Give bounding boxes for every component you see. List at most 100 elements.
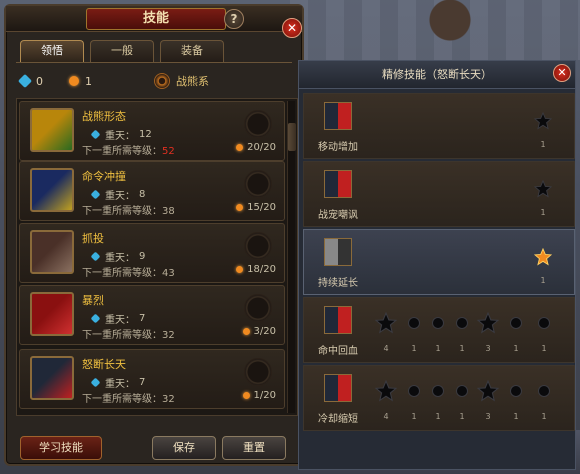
skill-name: 战熊形态 <box>82 110 126 123</box>
refine-chain-star-icon[interactable] <box>374 311 398 334</box>
progress-gem-icon <box>236 144 244 151</box>
refine-chain-node[interactable] <box>456 317 468 329</box>
refine-skill-name: 持续延长 <box>318 278 358 289</box>
skill-list[interactable]: 战熊形态 重天： 12 下一重所需等级：52 20/20 命令冲撞 重天： 8 下一… <box>16 98 298 416</box>
refine-chain-node[interactable] <box>510 317 522 329</box>
skill-item[interactable]: 抓投 重天： 9 下一重所需等级：43 18/20 <box>19 223 285 283</box>
skill-req-value: 38 <box>162 206 175 217</box>
refine-row[interactable]: 移动增加 1 <box>303 93 575 159</box>
refine-row[interactable]: 持续延长 1 <box>303 229 575 295</box>
refine-chain-node[interactable] <box>538 317 550 329</box>
refine-skill-name: 移动增加 <box>318 142 358 153</box>
skill-req-label: 下一重所需等级： <box>82 206 162 217</box>
refine-skill-icon <box>324 238 352 266</box>
skill-heavens-value: 8 <box>139 189 146 200</box>
refine-star-icon[interactable] <box>533 111 553 130</box>
skill-name: 怒断长天 <box>82 358 126 371</box>
refine-chain-node[interactable] <box>408 385 420 397</box>
heavens-gem-icon <box>90 189 101 200</box>
reset-button[interactable]: 重置 <box>222 436 286 460</box>
refine-close-button[interactable]: ✕ <box>553 64 571 82</box>
refine-skill-name: 冷却缩短 <box>318 414 358 425</box>
help-button[interactable]: ? <box>224 9 244 29</box>
progress-gem-icon <box>242 392 250 399</box>
background-character <box>420 0 480 50</box>
scrollbar-thumb[interactable] <box>288 123 296 151</box>
refine-chain-level: 1 <box>435 412 441 421</box>
blue-point-counter: 0 <box>17 73 43 89</box>
refine-chain-star-icon[interactable] <box>476 311 500 334</box>
refine-chain-node[interactable] <box>432 317 444 329</box>
refine-chain-node[interactable] <box>432 385 444 397</box>
skill-req-label: 下一重所需等级： <box>82 146 162 157</box>
point-counters: 0 1 战熊系 <box>17 70 288 92</box>
tab-comprehend[interactable]: 领悟 <box>20 40 84 62</box>
skill-slot[interactable] <box>244 232 272 260</box>
refine-chain-node[interactable] <box>538 385 550 397</box>
refine-chain-level: 1 <box>459 344 465 353</box>
save-button[interactable]: 保存 <box>152 436 216 460</box>
tab-divider <box>16 62 292 63</box>
refine-chain-level: 1 <box>513 344 519 353</box>
skill-progress: 18/20 <box>236 264 276 275</box>
refine-skill-name: 战宠嘲讽 <box>318 210 358 221</box>
skill-heavens-label: 重天： <box>105 253 135 264</box>
skill-heavens-row: 重天： 8 <box>82 187 145 202</box>
skill-slot[interactable] <box>244 170 272 198</box>
skill-item[interactable]: 命令冲撞 重天： 8 下一重所需等级：38 15/20 <box>19 161 285 221</box>
refine-chain-level: 3 <box>485 344 491 353</box>
skill-name: 抓投 <box>82 232 104 245</box>
refine-chain-node[interactable] <box>408 317 420 329</box>
refine-row[interactable]: 命中回血 4 1 1 1 3 1 1 <box>303 297 575 363</box>
tab-general[interactable]: 一般 <box>90 40 154 62</box>
blue-gem-icon <box>17 73 33 89</box>
tab-bar: 领悟 一般 装备 <box>20 40 224 62</box>
refine-chain-level: 1 <box>411 412 417 421</box>
refine-chain-star-icon[interactable] <box>374 379 398 402</box>
skill-heavens-row: 重天： 12 <box>82 127 152 142</box>
refine-star-level: 1 <box>540 208 546 217</box>
refine-chain-level: 1 <box>513 412 519 421</box>
skill-icon[interactable] <box>30 356 74 400</box>
skill-icon[interactable] <box>30 168 74 212</box>
refine-star-lit-icon[interactable] <box>533 247 553 266</box>
skill-item[interactable]: 战熊形态 重天： 12 下一重所需等级：52 20/20 <box>19 101 285 161</box>
learn-skill-button[interactable]: 学习技能 <box>20 436 102 460</box>
close-button[interactable]: ✕ <box>282 18 302 38</box>
refine-row[interactable]: 战宠嘲讽 1 <box>303 161 575 227</box>
tab-equipment[interactable]: 装备 <box>160 40 224 62</box>
skill-req-value: 32 <box>162 394 175 405</box>
refine-chain-node[interactable] <box>456 385 468 397</box>
refine-chain-node[interactable] <box>510 385 522 397</box>
title-bar[interactable]: 技能 ? <box>6 6 302 32</box>
skill-slot[interactable] <box>244 358 272 386</box>
bear-school-icon <box>154 73 170 89</box>
refine-skill-icon <box>324 170 352 198</box>
skill-slot[interactable] <box>244 294 272 322</box>
refine-skill-icon <box>324 102 352 130</box>
skill-progress-value: 3/20 <box>253 326 276 337</box>
refine-star-icon[interactable] <box>533 179 553 198</box>
skill-item[interactable]: 暴烈 重天： 7 下一重所需等级：32 3/20 <box>19 285 285 345</box>
skill-icon[interactable] <box>30 292 74 336</box>
skill-heavens-value: 9 <box>139 251 146 262</box>
skill-req-label: 下一重所需等级： <box>82 268 162 279</box>
skill-requirement-row: 下一重所需等级：38 <box>82 202 175 217</box>
orange-gem-icon <box>69 76 79 86</box>
refine-skill-name: 命中回血 <box>318 346 358 357</box>
refine-title: 精修技能（怒断长天） <box>299 61 575 89</box>
refine-chain-level: 1 <box>459 412 465 421</box>
refine-chain-level: 4 <box>383 344 389 353</box>
refine-chain-star-icon[interactable] <box>476 379 500 402</box>
skill-name: 暴烈 <box>82 294 104 307</box>
skill-progress: 20/20 <box>236 142 276 153</box>
refine-row[interactable]: 冷却缩短 4 1 1 1 3 1 1 <box>303 365 575 431</box>
skill-list-scrollbar[interactable] <box>287 101 296 413</box>
skill-item[interactable]: 怒断长天 重天： 7 下一重所需等级：32 1/20 <box>19 349 285 409</box>
skill-req-label: 下一重所需等级： <box>82 394 162 405</box>
heavens-gem-icon <box>90 129 101 140</box>
skill-icon[interactable] <box>30 230 74 274</box>
skill-req-label: 下一重所需等级： <box>82 330 162 341</box>
skill-icon[interactable] <box>30 108 74 152</box>
skill-slot[interactable] <box>244 110 272 138</box>
